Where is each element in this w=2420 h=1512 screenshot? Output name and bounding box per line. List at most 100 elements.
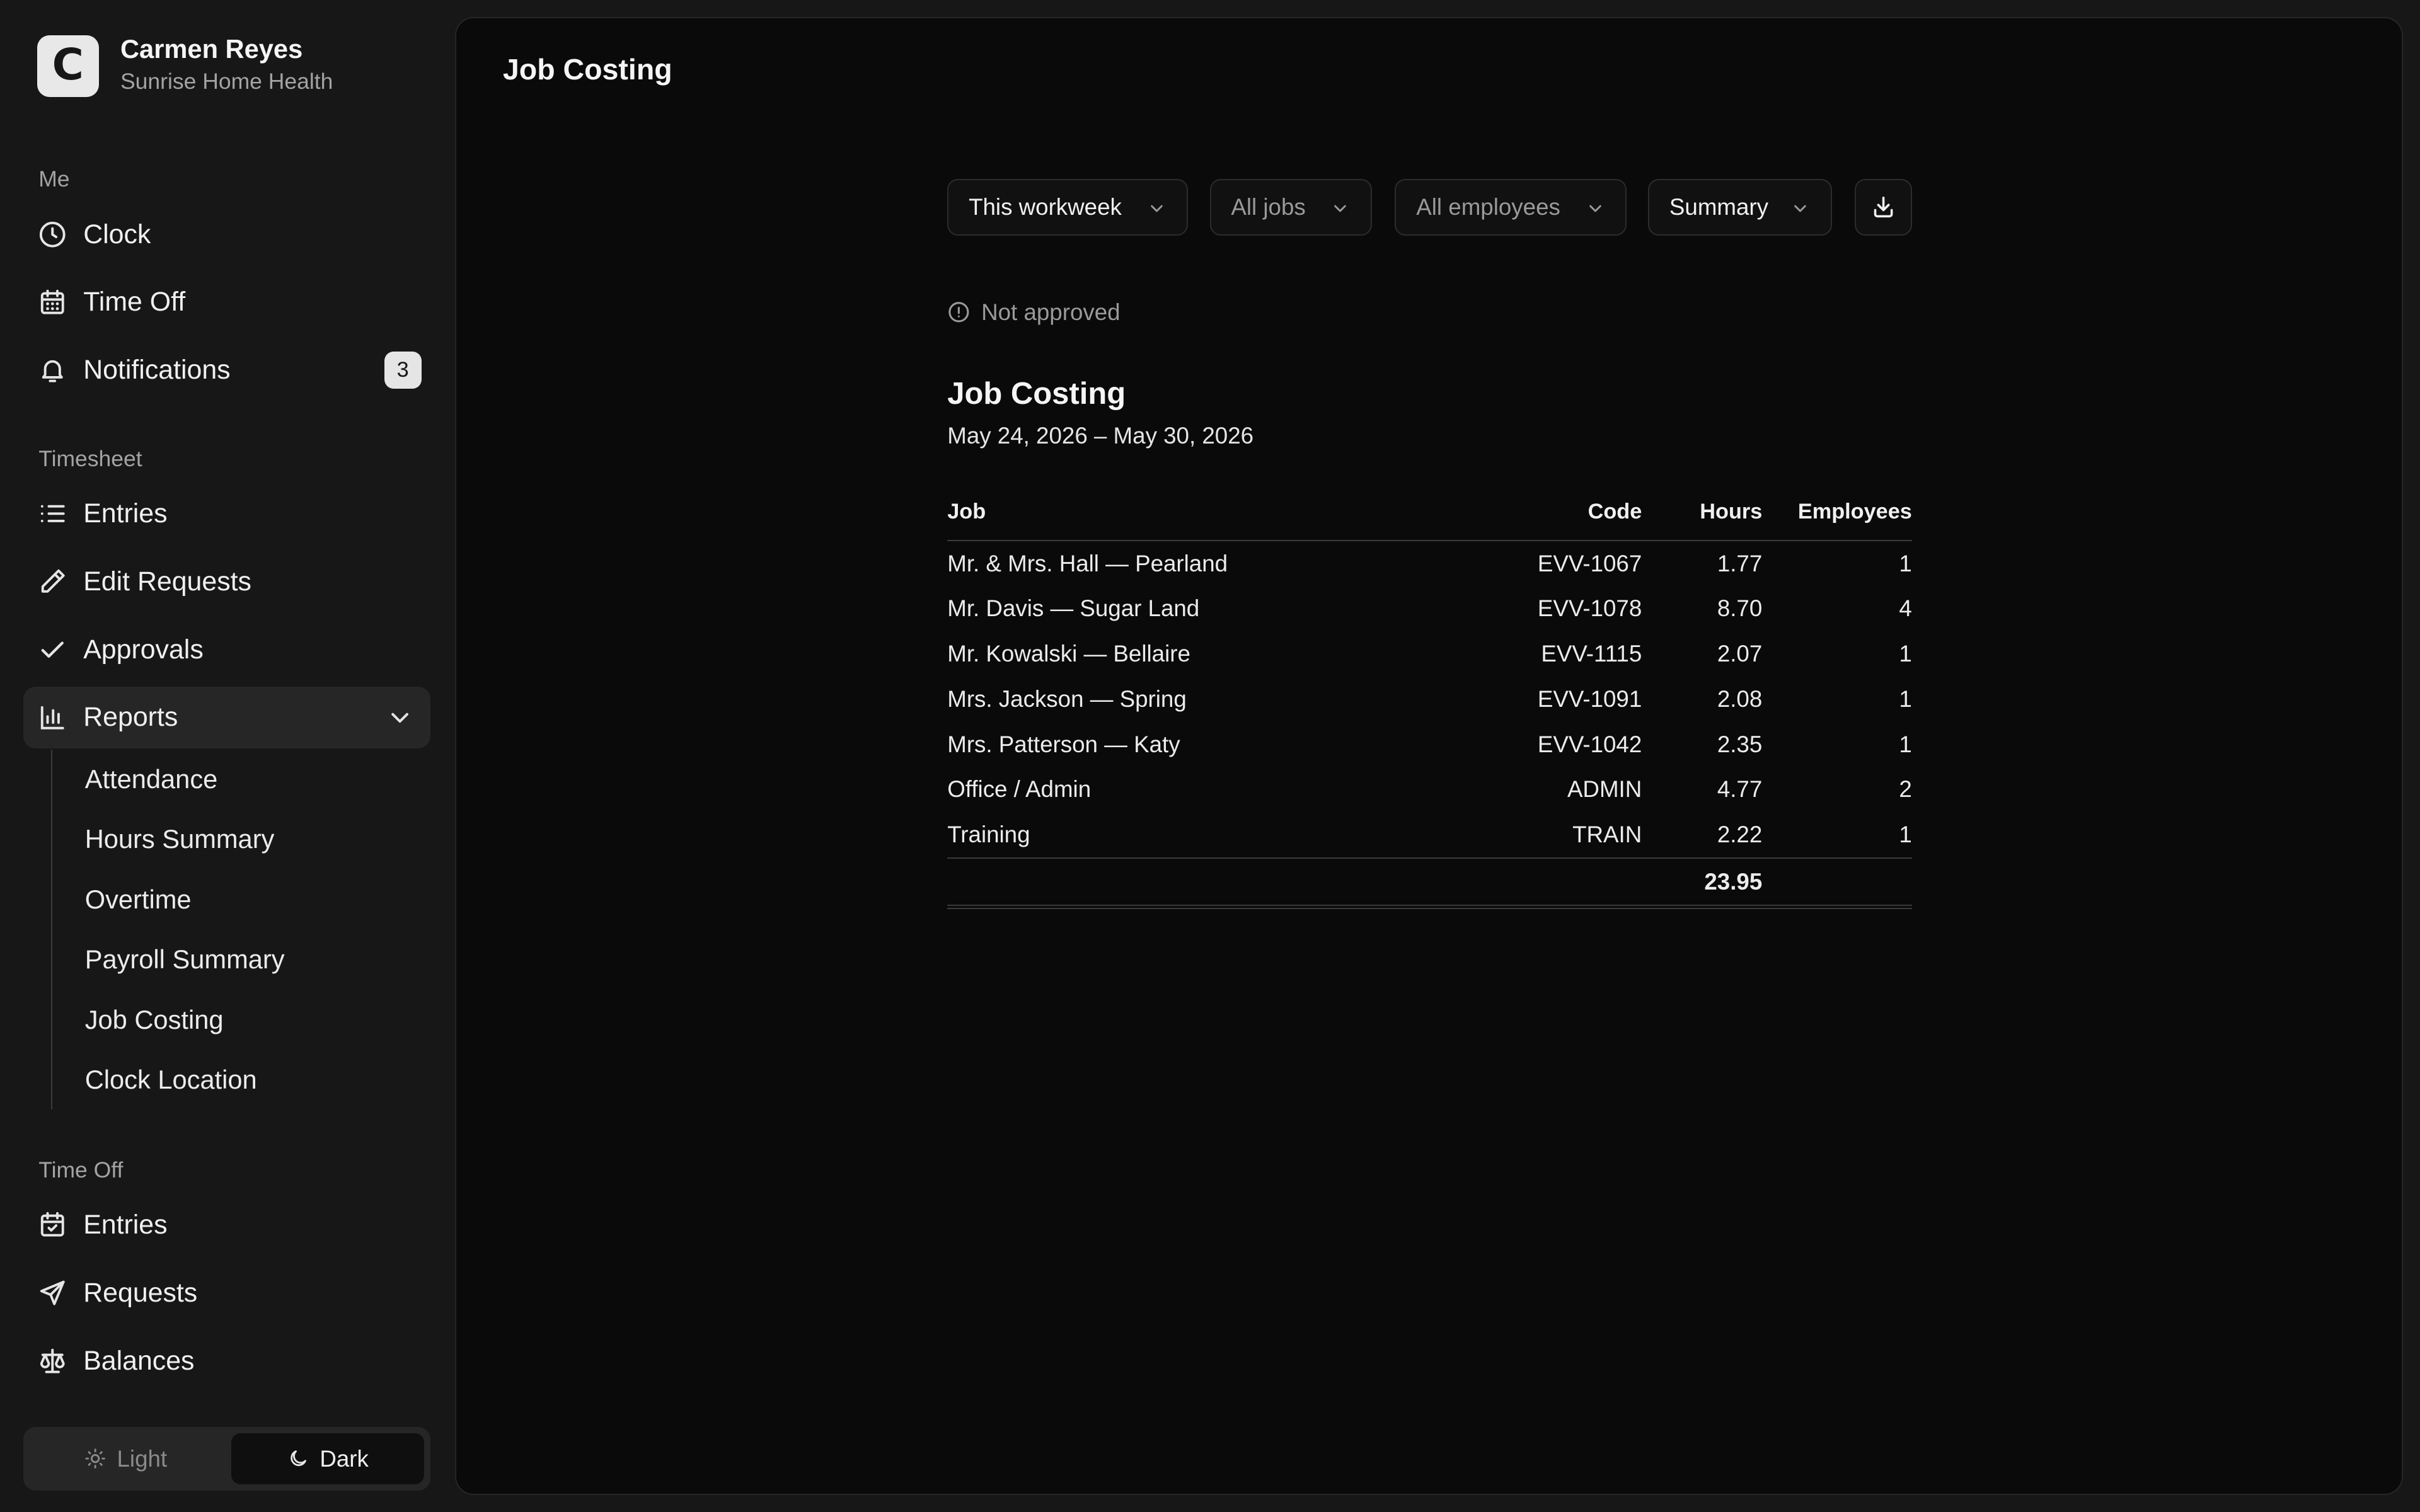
hours-cell: 1.77 (1717, 550, 1763, 576)
code-cell: EVV-1078 (1537, 595, 1642, 622)
employees-cell: 1 (1899, 685, 1912, 712)
employees-cell: 1 (1899, 641, 1912, 667)
code-cell: EVV-1115 (1541, 641, 1642, 667)
clock-icon (37, 219, 68, 250)
scale-icon (37, 1346, 68, 1377)
hours-cell: 2.07 (1717, 641, 1763, 667)
sidebar-item-label: Requests (83, 1277, 198, 1308)
chevron-down-icon (1792, 200, 1809, 217)
period-select-value: This workweek (969, 193, 1122, 220)
employees-select-value: All employees (1416, 193, 1560, 220)
theme-light-button[interactable]: Light (30, 1433, 222, 1484)
sidebar-subitem-hours-summary[interactable]: Hours Summary (85, 816, 275, 862)
sidebar-item-clock[interactable]: Clock (23, 203, 431, 265)
view-select[interactable]: Summary (1648, 178, 1832, 236)
sidebar-item-edit-requests[interactable]: Edit Requests (23, 551, 431, 612)
job-cell: Mr. & Mrs. Hall — Pearland (947, 550, 1228, 576)
sidebar-item-label: Notifications (83, 355, 231, 386)
sidebar-item-reports[interactable]: Reports (23, 686, 431, 748)
column-header-hours[interactable]: Hours (1642, 500, 1763, 541)
column-header-code[interactable]: Code (1472, 500, 1642, 541)
chevron-down-icon (1587, 200, 1604, 217)
code-cell: EVV-1091 (1537, 685, 1642, 712)
sidebar-item-label: Clock (83, 219, 151, 249)
total-hours-cell: 23.95 (1642, 857, 1763, 910)
sidebar-item-balances[interactable]: Balances (23, 1330, 431, 1392)
column-header-job[interactable]: Job (947, 500, 1472, 541)
period-select[interactable]: This workweek (947, 178, 1189, 236)
org-logo: C (37, 35, 99, 98)
sidebar-item-requests[interactable]: Requests (23, 1262, 431, 1324)
calendar-icon (37, 287, 68, 318)
jobs-select-value: All jobs (1231, 193, 1306, 220)
job-cell: Training (947, 822, 1030, 848)
code-cell: TRAIN (1572, 822, 1642, 848)
table-row: Mrs. Patterson — Katy EVV-1042 2.35 1 (947, 722, 1912, 767)
org-switcher[interactable]: C Carmen Reyes Sunrise Home Health (37, 34, 333, 99)
table-total-row: 23.95 (947, 857, 1912, 910)
sidebar-item-label: Approvals (83, 634, 204, 665)
employees-cell: 1 (1899, 550, 1912, 576)
sidebar-item-entries[interactable]: Entries (23, 483, 431, 545)
sidebar-item-time-off[interactable]: Time Off (23, 272, 431, 333)
report-date-range: May 24, 2026 – May 30, 2026 (947, 422, 1254, 449)
download-icon (1871, 195, 1896, 219)
approval-status: Not approved (947, 299, 1121, 326)
code-cell: EVV-1042 (1537, 731, 1642, 757)
sidebar-subitem-attendance[interactable]: Attendance (85, 756, 218, 802)
sidebar-item-label: Balances (83, 1345, 195, 1376)
sidebar-subitem-overtime[interactable]: Overtime (85, 876, 192, 922)
bell-icon (37, 355, 68, 386)
calendar-check-icon (37, 1210, 68, 1240)
sidebar-item-timeoff-entries[interactable]: Entries (23, 1194, 431, 1256)
sidebar-subitem-payroll-summary[interactable]: Payroll Summary (85, 937, 285, 983)
approval-status-text: Not approved (981, 299, 1121, 325)
hours-cell: 8.70 (1717, 595, 1763, 622)
sidebar-item-notifications[interactable]: Notifications 3 (23, 340, 431, 401)
table-row: Mr. Kowalski — Bellaire EVV-1115 2.07 1 (947, 631, 1912, 677)
jobs-select[interactable]: All jobs (1209, 178, 1372, 236)
job-cell: Mr. Kowalski — Bellaire (947, 641, 1190, 667)
table-header-row: Job Code Hours Employees (947, 500, 1912, 541)
employees-cell: 1 (1899, 822, 1912, 848)
sidebar-subitem-job-costing[interactable]: Job Costing (85, 997, 224, 1043)
hours-cell: 4.77 (1717, 776, 1763, 803)
table-row: Mr. & Mrs. Hall — Pearland EVV-1067 1.77… (947, 541, 1912, 587)
job-cell: Office / Admin (947, 776, 1092, 803)
sidebar-item-label: Entries (83, 1209, 168, 1240)
check-icon (37, 634, 68, 665)
sidebar-item-approvals[interactable]: Approvals (23, 619, 431, 680)
section-label-me: Me (38, 166, 70, 192)
table-row: Mrs. Jackson — Spring EVV-1091 2.08 1 (947, 677, 1912, 722)
hours-cell: 2.35 (1717, 731, 1763, 757)
sidebar-item-label: Reports (83, 702, 178, 733)
chevron-down-icon (1148, 200, 1165, 217)
job-costing-table: Job Code Hours Employees Mr. & Mrs. Hall… (947, 500, 1912, 910)
chevron-down-icon[interactable] (388, 705, 412, 736)
view-select-value: Summary (1669, 193, 1769, 220)
section-label-time-off: Time Off (38, 1157, 124, 1183)
job-cell: Mr. Davis — Sugar Land (947, 595, 1200, 622)
submenu-rule (50, 750, 53, 1109)
hours-cell: 2.22 (1717, 822, 1763, 848)
hours-cell: 2.08 (1717, 685, 1763, 712)
theme-dark-button[interactable]: Dark (231, 1433, 425, 1484)
code-cell: ADMIN (1567, 776, 1642, 803)
notification-count-badge: 3 (384, 352, 422, 389)
sidebar-item-label: Time Off (83, 287, 186, 318)
download-button[interactable] (1855, 178, 1912, 236)
sun-icon (84, 1448, 106, 1469)
employees-select[interactable]: All employees (1395, 178, 1627, 236)
table-row: Training TRAIN 2.22 1 (947, 812, 1912, 858)
pencil-icon (37, 566, 68, 597)
job-cell: Mrs. Patterson — Katy (947, 731, 1180, 757)
employees-cell: 2 (1899, 776, 1912, 803)
sidebar: C Carmen Reyes Sunrise Home Health Me Cl… (0, 0, 454, 1512)
sidebar-subitem-clock-location[interactable]: Clock Location (85, 1057, 257, 1103)
chevron-down-icon (1332, 200, 1349, 217)
list-icon (37, 498, 68, 529)
report-title: Job Costing (947, 377, 1126, 411)
section-label-timesheet: Timesheet (38, 445, 142, 471)
column-header-employees[interactable]: Employees (1762, 500, 1912, 541)
table-row: Mr. Davis — Sugar Land EVV-1078 8.70 4 (947, 586, 1912, 631)
